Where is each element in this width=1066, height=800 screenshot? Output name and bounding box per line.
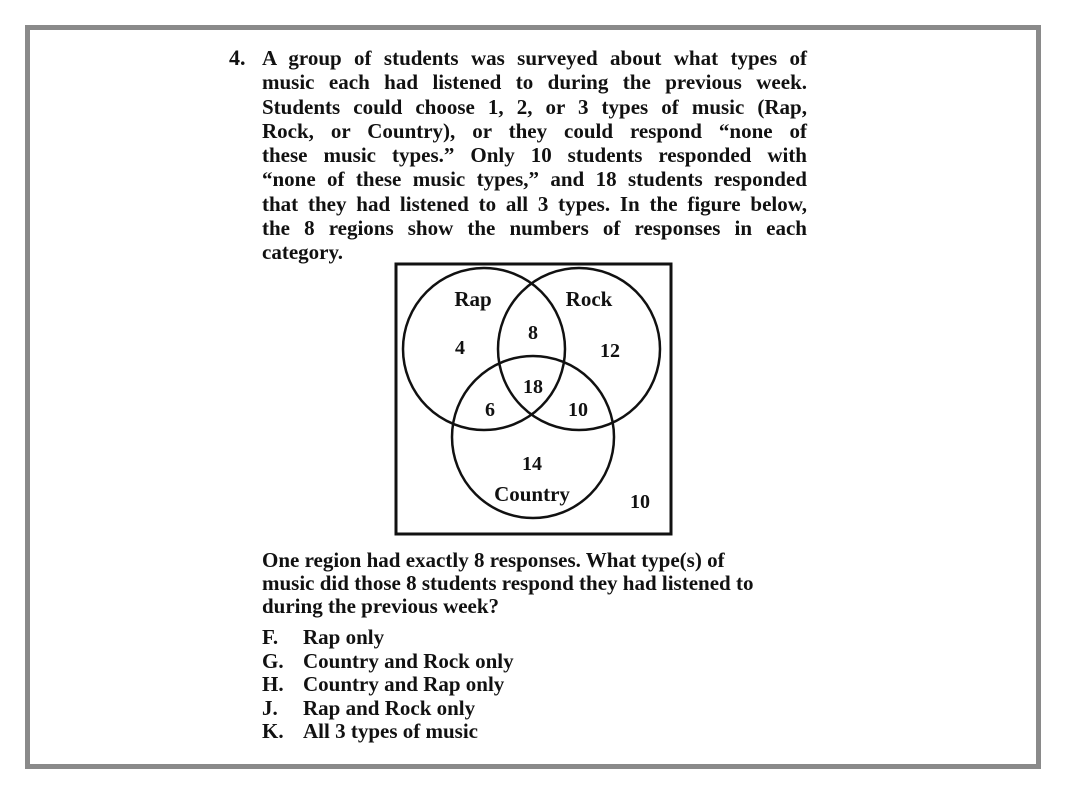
region-country-only: 14 bbox=[522, 453, 542, 475]
prompt-line: during the previous week? bbox=[262, 594, 500, 618]
option-f[interactable]: F. Rap only bbox=[262, 625, 514, 650]
option-g[interactable]: G. Country and Rock only bbox=[262, 648, 514, 674]
option-text: Rap and Rock only bbox=[303, 695, 476, 720]
country-label: Country bbox=[494, 482, 570, 506]
region-all-three: 18 bbox=[523, 376, 543, 398]
region-rap-only: 4 bbox=[455, 337, 465, 359]
option-text: Country and Rock only bbox=[303, 648, 514, 673]
region-rock-country: 10 bbox=[568, 399, 588, 421]
option-letter: K. bbox=[262, 719, 284, 743]
region-rap-rock: 8 bbox=[528, 322, 538, 344]
option-text: Rap only bbox=[303, 625, 385, 649]
option-letter: J. bbox=[262, 695, 278, 720]
prompt-line: One region had exactly 8 responses. What… bbox=[262, 548, 725, 572]
rap-label: Rap bbox=[454, 287, 491, 311]
option-letter: G. bbox=[262, 648, 284, 673]
region-none: 10 bbox=[630, 491, 650, 513]
option-j[interactable]: J. Rap and Rock only bbox=[262, 695, 514, 721]
venn-diagram: Rap Rock Country 4 8 12 18 6 10 14 10 bbox=[394, 262, 673, 536]
option-text: Country and Rap only bbox=[303, 672, 505, 696]
option-letter: F. bbox=[262, 625, 279, 649]
region-rap-country: 6 bbox=[485, 399, 495, 421]
option-text: All 3 types of music bbox=[303, 719, 478, 743]
region-rock-only: 12 bbox=[600, 340, 620, 362]
option-k[interactable]: K. All 3 types of music bbox=[262, 719, 514, 744]
option-letter: H. bbox=[262, 672, 284, 696]
option-h[interactable]: H. Country and Rap only bbox=[262, 672, 514, 697]
answer-options: F. Rap only G. Country and Rock only H. Cou… bbox=[262, 625, 514, 744]
rock-label: Rock bbox=[566, 287, 613, 311]
prompt-line: music did those 8 students respond they … bbox=[262, 571, 754, 595]
question-prompt: One region had exactly 8 responses. What… bbox=[262, 549, 807, 618]
